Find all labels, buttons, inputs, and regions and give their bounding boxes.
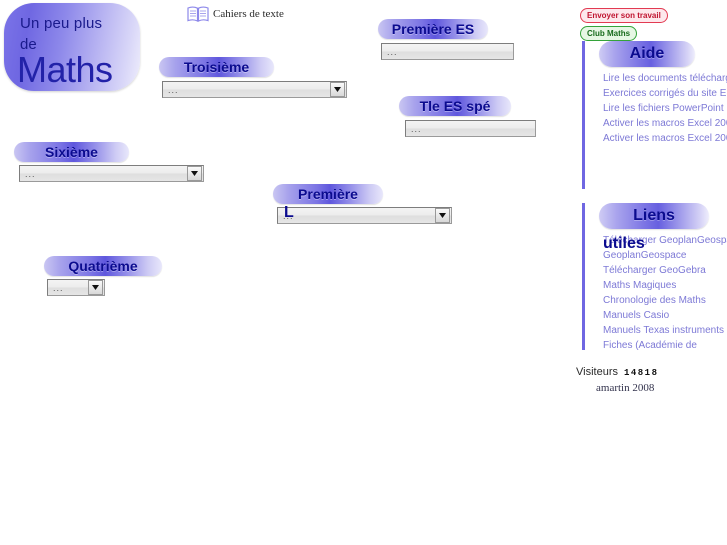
- subject-select-tle-es-spe[interactable]: ...: [405, 120, 536, 137]
- liens-heading-second-word: utiles: [603, 235, 645, 252]
- cahiers-de-texte-label: Cahiers de texte: [213, 8, 284, 20]
- subject-title-premiere: Première: [273, 184, 383, 204]
- subject-select-quatrieme[interactable]: ...: [47, 279, 105, 296]
- select-value: ...: [283, 210, 294, 221]
- subject-title-troisieme: Troisième: [159, 57, 274, 77]
- aide-link-list: Lire les documents téléchargés Exercices…: [603, 71, 727, 146]
- visitors-count-value: 14818: [623, 368, 659, 378]
- subject-block-premiere-l: Première ... L: [273, 184, 452, 224]
- aide-link-macros-2007[interactable]: Activer les macros Excel 2007: [603, 131, 727, 146]
- liens-link-manuels-casio[interactable]: Manuels Casio: [603, 308, 727, 323]
- visitors-label: Visiteurs: [576, 366, 618, 378]
- aide-link-documents[interactable]: Lire les documents téléchargés: [603, 71, 727, 86]
- subject-block-tle-es-spe: Tle ES spé ...: [399, 96, 536, 137]
- aide-heading-label: Aide: [629, 45, 665, 62]
- subject-title-premiere-es: Première ES: [378, 19, 488, 39]
- chevron-down-icon[interactable]: [88, 280, 103, 295]
- send-work-badge[interactable]: Envoyer son travail: [580, 8, 668, 23]
- subject-title-label: Première ES: [391, 21, 475, 37]
- select-value: ...: [53, 282, 64, 293]
- visitors-counter: Visiteurs 14818: [576, 366, 659, 378]
- subject-title-label: Quatrième: [68, 258, 138, 274]
- club-maths-badge[interactable]: Club Maths: [580, 26, 638, 41]
- subject-title-sixieme: Sixième: [14, 142, 129, 162]
- subject-block-troisieme: Troisième ...: [159, 57, 347, 98]
- subject-title-suffix-l: L: [284, 204, 294, 221]
- select-value: ...: [411, 123, 422, 134]
- liens-link-maths-magiques[interactable]: Maths Magiques: [603, 278, 727, 293]
- club-maths-label: Club Maths: [587, 29, 631, 38]
- select-value: ...: [168, 84, 179, 95]
- page-root: Un peu plus de Maths Cahiers de texte Tr…: [0, 0, 727, 545]
- subject-select-premiere-es[interactable]: ...: [381, 43, 514, 60]
- aide-section: Aide Lire les documents téléchargés Exer…: [582, 41, 727, 189]
- subject-block-quatrieme: Quatrième ...: [44, 256, 162, 296]
- liens-link-manuels-texas[interactable]: Manuels Texas instruments: [603, 323, 727, 338]
- aide-heading: Aide: [599, 41, 695, 67]
- aide-link-macros-2003[interactable]: Activer les macros Excel 2003: [603, 116, 727, 131]
- liens-link-fiches-academie[interactable]: Fiches (Académie de: [603, 338, 727, 350]
- liens-heading-label: Liens: [633, 207, 675, 224]
- aide-link-euler[interactable]: Exercices corrigés du site Euler: [603, 86, 727, 101]
- subject-title-label: Troisième: [183, 59, 250, 75]
- subject-select-sixieme[interactable]: ...: [19, 165, 204, 182]
- subject-select-premiere-l[interactable]: ...: [277, 207, 452, 224]
- subject-title-label: Tle ES spé: [419, 98, 491, 114]
- aide-link-powerpoint[interactable]: Lire les fichiers PowerPoint: [603, 101, 727, 116]
- subject-title-label: Première: [298, 186, 358, 202]
- subject-block-premiere-es: Première ES ...: [378, 19, 514, 60]
- subject-select-troisieme[interactable]: ...: [162, 81, 347, 98]
- liens-link-geogebra[interactable]: Télécharger GeoGebra: [603, 263, 727, 278]
- liens-utiles-section: Liens Télécharger GeoplanGeospace Geopla…: [582, 203, 727, 350]
- site-logo: Un peu plus de Maths: [4, 3, 140, 91]
- subject-title-quatrieme: Quatrième: [44, 256, 162, 276]
- select-value: ...: [25, 168, 36, 179]
- copyright-text: amartin 2008: [596, 382, 655, 394]
- liens-link-chronologie[interactable]: Chronologie des Maths: [603, 293, 727, 308]
- select-value: ...: [387, 46, 398, 57]
- chevron-down-icon[interactable]: [330, 82, 345, 97]
- logo-line-1: Un peu plus: [20, 15, 103, 32]
- subject-title-tle-es-spe: Tle ES spé: [399, 96, 511, 116]
- chevron-down-icon[interactable]: [187, 166, 202, 181]
- liens-heading: Liens: [599, 203, 709, 229]
- logo-line-3: Maths: [17, 49, 113, 90]
- subject-title-label: Sixième: [45, 144, 98, 160]
- chevron-down-icon[interactable]: [435, 208, 450, 223]
- send-work-label: Envoyer son travail: [587, 11, 661, 20]
- subject-block-sixieme: Sixième ...: [14, 142, 204, 182]
- cahiers-de-texte-link[interactable]: Cahiers de texte: [187, 5, 284, 23]
- open-book-icon: [187, 5, 209, 23]
